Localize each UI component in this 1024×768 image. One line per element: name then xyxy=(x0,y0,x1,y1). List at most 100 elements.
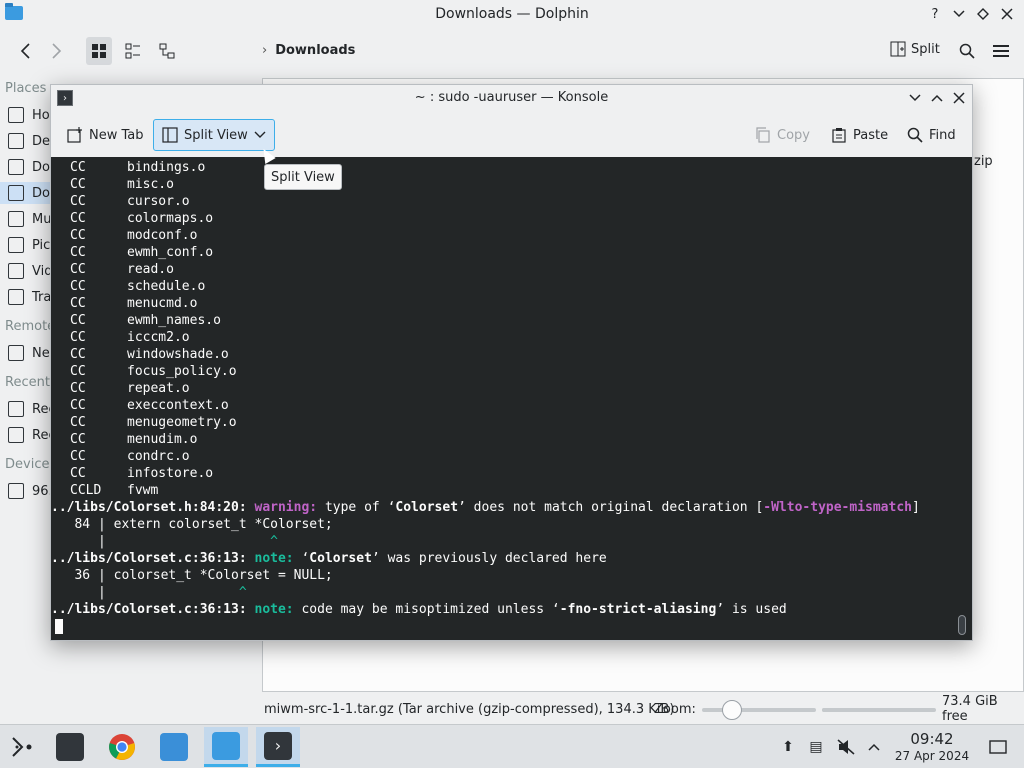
terminal-cursor xyxy=(55,619,63,634)
source-code: 84 | extern colorset_t *Colorset; xyxy=(51,517,333,532)
grid-icon xyxy=(92,44,106,58)
dolphin-titlebar: Downloads — Dolphin ? xyxy=(0,0,1024,30)
pictures-icon xyxy=(8,237,24,253)
volume-muted-icon[interactable] xyxy=(836,737,856,757)
compile-file: menucmd.o xyxy=(127,296,198,311)
diagnostic-message: type of ‘ xyxy=(317,500,396,515)
split-view-button[interactable]: Split View xyxy=(153,119,275,151)
compile-file: ewmh_conf.o xyxy=(127,245,214,260)
konsole-window-controls xyxy=(906,88,968,108)
back-button[interactable] xyxy=(12,37,38,65)
compile-file: menudim.o xyxy=(127,432,198,447)
chevron-up-icon[interactable] xyxy=(864,737,884,757)
copy-button[interactable]: Copy xyxy=(755,119,810,151)
diagnostic-flag: -Wlto-type-mismatch xyxy=(763,500,912,515)
recent-heading: Recent xyxy=(5,375,50,390)
diagnostic-location: ../libs/Colorset.c:36:13: xyxy=(51,602,247,617)
terminal-line: CC infostore.o xyxy=(51,465,972,482)
compile-file: infostore.o xyxy=(127,466,214,481)
source-code: 36 | colorset_t *Colorset = NULL; xyxy=(51,568,333,583)
network-icon xyxy=(8,345,24,361)
search-button[interactable] xyxy=(956,37,978,65)
details-view-button[interactable] xyxy=(154,37,180,65)
close-button[interactable] xyxy=(998,4,1016,24)
compile-file: misc.o xyxy=(127,177,174,192)
minimize-button[interactable] xyxy=(950,4,968,24)
trash-icon xyxy=(8,289,24,305)
new-tab-icon xyxy=(67,127,82,143)
terminal-line: CC icccm2.o xyxy=(51,329,972,346)
konsole-minimize-button[interactable] xyxy=(906,88,924,108)
terminal-scrollbar-handle[interactable] xyxy=(958,615,966,635)
hamburger-menu-button[interactable] xyxy=(990,37,1012,65)
terminal-line: CC read.o xyxy=(51,261,972,278)
documents-icon xyxy=(8,159,24,175)
compile-tag: CC xyxy=(70,449,86,464)
terminal-line: CC menugeometry.o xyxy=(51,414,972,431)
breadcrumb[interactable]: › Downloads xyxy=(262,43,355,58)
compile-tag: CC xyxy=(70,177,86,192)
konsole-maximize-button[interactable] xyxy=(928,88,946,108)
zoom-slider-handle[interactable] xyxy=(722,700,742,720)
recent-files-icon xyxy=(8,401,24,417)
terminal-line: CC condrc.o xyxy=(51,448,972,465)
task-dolphin[interactable] xyxy=(204,727,248,767)
places-heading: Places xyxy=(5,81,47,96)
clipboard-icon[interactable]: ▤ xyxy=(806,737,826,757)
compile-tag: CC xyxy=(70,262,86,277)
terminal-line: CC misc.o xyxy=(51,176,972,193)
compile-tag: CC xyxy=(70,228,86,243)
zoom-slider-track[interactable] xyxy=(702,708,816,712)
updates-icon[interactable]: ⬆ xyxy=(778,737,798,757)
help-icon[interactable]: ? xyxy=(926,4,944,24)
task-discover[interactable] xyxy=(152,727,196,767)
compile-tag: CC xyxy=(70,160,86,175)
terminal-line: CC windowshade.o xyxy=(51,346,972,363)
search-icon xyxy=(907,127,923,143)
split-button[interactable]: Split xyxy=(890,41,940,57)
split-icon xyxy=(890,41,906,57)
new-tab-button[interactable]: New Tab xyxy=(67,119,144,151)
terminal-line: CC menudim.o xyxy=(51,431,972,448)
task-konsole[interactable]: › xyxy=(256,727,300,767)
show-desktop-icon[interactable] xyxy=(988,737,1008,757)
icons-view-button[interactable] xyxy=(86,37,112,65)
file-name-fragment[interactable]: zip xyxy=(974,154,993,169)
konsole-toolbar: New Tab Split View Copy Paste Find xyxy=(51,117,972,153)
compile-tag: CC xyxy=(70,415,86,430)
compact-view-button[interactable] xyxy=(120,37,146,65)
desktop-icon xyxy=(8,133,24,149)
compile-tag: CC xyxy=(70,296,86,311)
maximize-button[interactable] xyxy=(974,4,992,24)
compile-file: colormaps.o xyxy=(127,211,214,226)
taskbar: › ⬆ ▤ 09:42 27 Apr 2024 xyxy=(0,724,1024,768)
task-system-settings[interactable] xyxy=(48,727,92,767)
compile-tag: CCLD xyxy=(70,483,102,498)
terminal-area[interactable]: CC bindings.o CC misc.o CC cursor.o CC colormap… xyxy=(51,157,972,640)
diagnostic-location: ../libs/Colorset.c:36:13: xyxy=(51,551,247,566)
compile-file: execcontext.o xyxy=(127,398,229,413)
digital-clock[interactable]: 09:42 27 Apr 2024 xyxy=(890,731,974,764)
compile-tag: CC xyxy=(70,313,86,328)
compile-tag: CC xyxy=(70,364,86,379)
folder-icon xyxy=(212,731,240,760)
paste-button[interactable]: Paste xyxy=(831,119,888,151)
status-bar: miwm-src-1-1.tar.gz (Tar archive (gzip-c… xyxy=(262,694,1024,724)
find-button[interactable]: Find xyxy=(907,119,956,151)
forward-button[interactable] xyxy=(44,37,70,65)
compile-file: schedule.o xyxy=(127,279,206,294)
terminal-line: CC modconf.o xyxy=(51,227,972,244)
compile-file: condrc.o xyxy=(127,449,190,464)
konsole-close-button[interactable] xyxy=(950,88,968,108)
copy-icon xyxy=(756,127,770,143)
dolphin-window-controls: ? xyxy=(926,4,1016,24)
split-view-icon xyxy=(162,127,178,143)
compile-tag: CC xyxy=(70,381,86,396)
task-chrome[interactable] xyxy=(100,727,144,767)
terminal-line: CC focus_policy.o xyxy=(51,363,972,380)
application-launcher[interactable] xyxy=(0,727,44,767)
terminal-line: CC repeat.o xyxy=(51,380,972,397)
compile-tag: CC xyxy=(70,398,86,413)
diagnostic-kind: note: xyxy=(254,551,294,566)
terminal-line: CC ewmh_names.o xyxy=(51,312,972,329)
